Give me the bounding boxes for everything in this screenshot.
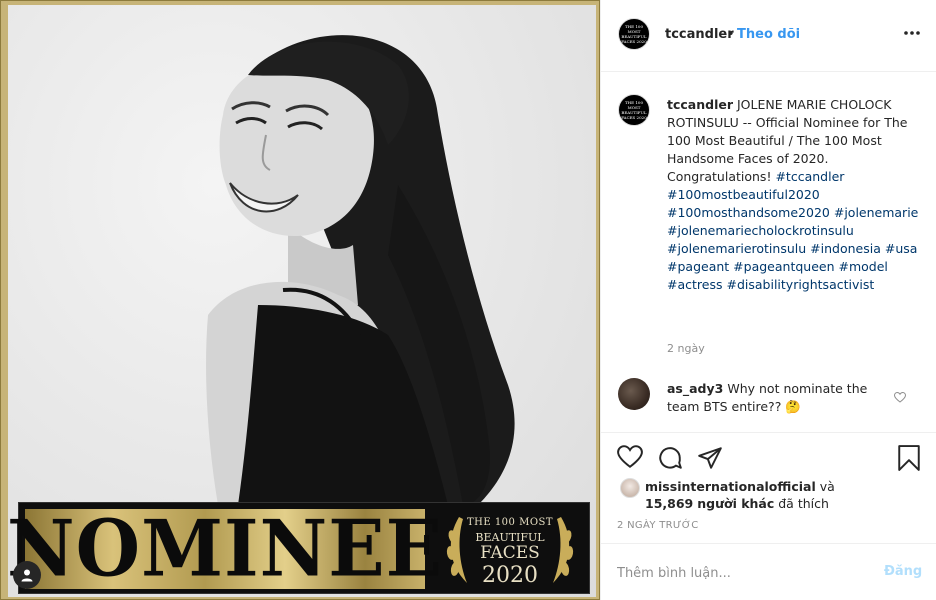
heart-icon xyxy=(617,445,643,468)
caption-text: tccandler JOLENE MARIE CHOLOCK ROTINSULU… xyxy=(667,96,923,294)
comment-input[interactable] xyxy=(617,563,857,583)
heart-outline-icon xyxy=(893,391,907,403)
comments-section[interactable]: THE 100 MOST BEAUTIFUL FACES 2020 tccand… xyxy=(601,72,936,432)
caption-author-avatar[interactable]: THE 100 MOST BEAUTIFUL FACES 2020 xyxy=(618,94,650,126)
hashtag[interactable]: #usa xyxy=(885,241,918,256)
hashtag[interactable]: #100mostbeautiful2020 xyxy=(667,187,820,202)
tagged-users-button[interactable] xyxy=(13,561,41,589)
hashtag[interactable]: #tccandler xyxy=(775,169,844,184)
liker-username[interactable]: missinternationalofficial xyxy=(645,479,816,494)
liker-avatar[interactable] xyxy=(620,478,640,498)
likes-others: người khác xyxy=(697,496,775,511)
caption-author[interactable]: tccandler xyxy=(667,97,733,112)
post-header: THE 100 MOST BEAUTIFUL FACES 2020 tccand… xyxy=(601,0,936,72)
share-button[interactable] xyxy=(697,445,723,471)
comment-button[interactable] xyxy=(657,445,683,471)
more-horizontal-icon xyxy=(904,31,920,35)
header-separator: • xyxy=(727,27,735,42)
add-comment-form: Đăng xyxy=(601,543,936,600)
hashtag[interactable]: #jolenemariecholockrotinsulu xyxy=(667,223,854,238)
likes-line-2[interactable]: 15,869 người khác đã thích xyxy=(645,495,829,513)
post-actions xyxy=(601,432,936,480)
commenter-avatar[interactable] xyxy=(618,378,650,410)
author-username[interactable]: tccandler xyxy=(665,27,734,42)
hashtag[interactable]: #100mosthandsome2020 xyxy=(667,205,830,220)
comment-icon xyxy=(659,447,682,469)
bookmark-icon xyxy=(898,445,920,471)
commenter-username[interactable]: as_ady3 xyxy=(667,381,723,396)
post-side-panel: THE 100 MOST BEAUTIFUL FACES 2020 tccand… xyxy=(600,0,936,600)
hashtag[interactable]: #indonesia xyxy=(810,241,881,256)
badge-line-3: FACES xyxy=(480,543,540,563)
share-icon xyxy=(698,447,722,469)
nominee-plate: NOMINEE xyxy=(8,504,442,594)
hashtag[interactable]: #pageantqueen xyxy=(733,259,834,274)
likes-line-1: missinternationalofficial và xyxy=(645,478,835,496)
hashtag[interactable]: #jolenemarierotinsulu xyxy=(667,241,806,256)
user-silhouette-icon xyxy=(21,569,33,582)
comment-item: as_ady3 Why not nominate the team BTS en… xyxy=(601,378,936,418)
hashtag[interactable]: #pageant xyxy=(667,259,729,274)
author-avatar[interactable]: THE 100 MOST BEAUTIFUL FACES 2020 xyxy=(618,18,650,50)
like-button[interactable] xyxy=(617,445,643,471)
save-button[interactable] xyxy=(897,445,923,471)
badge-line-1: THE 100 MOST xyxy=(466,517,554,528)
likes-suffix: đã thích xyxy=(778,496,829,511)
award-badge: THE 100 MOST BEAUTIFUL FACES 2020 xyxy=(437,507,583,591)
post-photo[interactable]: NOMINEE THE 100 MOST BEAUTIFUL FACES 202… xyxy=(8,5,596,597)
nominee-banner: NOMINEE THE 100 MOST BEAUTIFUL FACES 202… xyxy=(8,502,590,594)
badge-line-4: 2020 xyxy=(482,563,538,588)
more-options-button[interactable] xyxy=(901,22,923,44)
comment-like-button[interactable] xyxy=(893,388,907,407)
hashtag[interactable]: #jolenemarie xyxy=(834,205,919,220)
caption-avatar-logo-text: THE 100 MOST BEAUTIFUL FACES 2020 xyxy=(621,100,647,120)
post-comment-button[interactable]: Đăng xyxy=(884,564,922,579)
follow-button[interactable]: Theo dõi xyxy=(737,27,800,42)
nominee-text: NOMINEE xyxy=(8,503,444,595)
hashtag[interactable]: #actress xyxy=(667,277,723,292)
post-date[interactable]: 2 NGÀY TRƯỚC xyxy=(617,520,698,531)
post-photo-frame: NOMINEE THE 100 MOST BEAUTIFUL FACES 202… xyxy=(0,0,600,600)
caption-timestamp[interactable]: 2 ngày xyxy=(667,342,705,355)
comment-text: as_ady3 Why not nominate the team BTS en… xyxy=(667,380,887,416)
hashtag[interactable]: #disabilityrightsactivist xyxy=(726,277,874,292)
likes-and: và xyxy=(819,479,835,494)
avatar-logo-text: THE 100 MOST BEAUTIFUL FACES 2020 xyxy=(621,24,647,44)
likes-count: 15,869 xyxy=(645,496,694,511)
hashtag[interactable]: #model xyxy=(839,259,888,274)
